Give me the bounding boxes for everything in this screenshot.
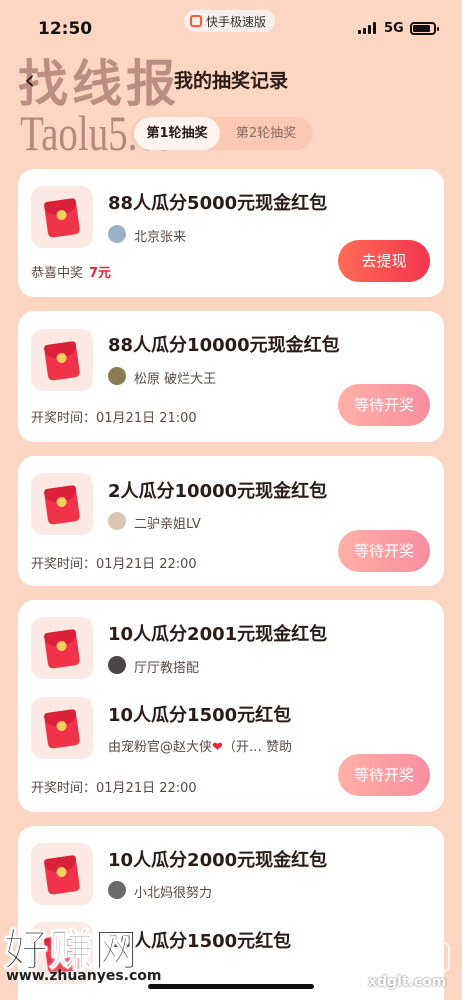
tab-round-2[interactable]: 第2轮抽奖 xyxy=(223,117,309,150)
avatar xyxy=(108,881,126,899)
app-logo-icon xyxy=(190,15,202,27)
sponsor-name: 厅厅教搭配 xyxy=(134,661,200,676)
draw-time: 开奖时间：01月21日 21:00 xyxy=(31,407,197,426)
signal-icon xyxy=(358,22,376,34)
sponsor-name: 松原 破烂大王 xyxy=(134,372,217,387)
watermark-br-small: 某某官方社区 xyxy=(378,930,438,941)
prize-title: 10人瓜分2000元现金红包 xyxy=(108,850,328,871)
battery-icon xyxy=(410,22,439,35)
page-title: 我的抽奖记录 xyxy=(173,70,288,92)
sponsor-line: 由宠粉官@赵大侠❤（开… 赞助 xyxy=(108,736,292,755)
draw-time: 开奖时间：01月21日 22:00 xyxy=(31,553,197,572)
avatar xyxy=(108,225,126,243)
prize-card: 10人瓜分2001元现金红包 厅厅教搭配 10人瓜分1500元红包 由宠粉官@赵… xyxy=(18,600,444,812)
app-indicator-pill[interactable]: 快手极速版 xyxy=(184,10,276,32)
draw-time-value: 01月21日 22:00 xyxy=(96,557,197,572)
draw-time-label: 开奖时间： xyxy=(31,411,97,426)
red-envelope-icon xyxy=(31,843,93,905)
watermark-bottom-en: www.zhuanyes.com xyxy=(6,968,162,984)
watermark-br-en: xdglt.com xyxy=(368,974,447,990)
draw-time-value: 01月21日 22:00 xyxy=(96,781,197,796)
draw-time-label: 开奖时间： xyxy=(31,557,97,572)
prize-title: 10人瓜分2001元现金红包 xyxy=(108,624,328,645)
draw-time-label: 开奖时间： xyxy=(31,781,97,796)
avatar xyxy=(108,367,126,385)
prize-card: 2人瓜分10000元现金红包 二驴亲姐LV 开奖时间：01月21日 22:00 … xyxy=(18,456,444,586)
prize-title: 88人瓜分5000元现金红包 xyxy=(108,193,328,214)
sponsor-name-a: 由宠粉官@赵大侠 xyxy=(108,740,213,755)
sponsor-name: 小北妈很努力 xyxy=(134,886,213,901)
sponsor-name: 二驴亲姐LV xyxy=(134,517,201,532)
withdraw-button[interactable]: 去提现 xyxy=(338,240,430,282)
win-info: 恭喜中奖 7元 xyxy=(31,262,111,281)
waiting-draw-button[interactable]: 等待开奖 xyxy=(338,754,430,796)
network-type: 5G xyxy=(384,21,404,36)
tab-round-1[interactable]: 第1轮抽奖 xyxy=(134,117,220,150)
round-tabs: 第1轮抽奖 第2轮抽奖 xyxy=(131,117,313,150)
win-label: 恭喜中奖 xyxy=(31,266,84,281)
red-envelope-icon xyxy=(31,617,93,679)
red-envelope-icon xyxy=(31,697,93,759)
waiting-draw-button[interactable]: 等待开奖 xyxy=(338,530,430,572)
prize-title: 88人瓜分10000元现金红包 xyxy=(108,335,340,356)
waiting-draw-button[interactable]: 等待开奖 xyxy=(338,384,430,426)
sponsor-name-b: （开… 赞助 xyxy=(222,740,293,755)
prize-card: 88人瓜分5000元现金红包 北京张来 恭喜中奖 7元 去提现 xyxy=(18,169,444,297)
avatar xyxy=(108,512,126,530)
status-time: 12:50 xyxy=(38,19,93,39)
home-indicator[interactable] xyxy=(148,984,314,989)
prize-title: 2人瓜分10000元现金红包 xyxy=(108,481,328,502)
red-envelope-icon xyxy=(31,186,93,248)
red-envelope-icon xyxy=(31,473,93,535)
heart-icon: ❤ xyxy=(212,740,223,755)
prize-card: 88人瓜分10000元现金红包 松原 破烂大王 开奖时间：01月21日 21:0… xyxy=(18,311,444,442)
avatar xyxy=(108,656,126,674)
watermark-br-box: 小嘀咕 xyxy=(380,942,450,972)
draw-time-value: 01月21日 21:00 xyxy=(96,411,197,426)
sponsor-name: 北京张来 xyxy=(134,230,187,245)
prize-title-2: 10人瓜分1500元红包 xyxy=(108,705,292,726)
draw-time: 开奖时间：01月21日 22:00 xyxy=(31,777,197,796)
app-name: 快手极速版 xyxy=(206,14,267,29)
red-envelope-icon xyxy=(31,329,93,391)
status-bar: 12:50 快手极速版 5G xyxy=(0,0,462,44)
win-amount: 7元 xyxy=(89,266,112,281)
